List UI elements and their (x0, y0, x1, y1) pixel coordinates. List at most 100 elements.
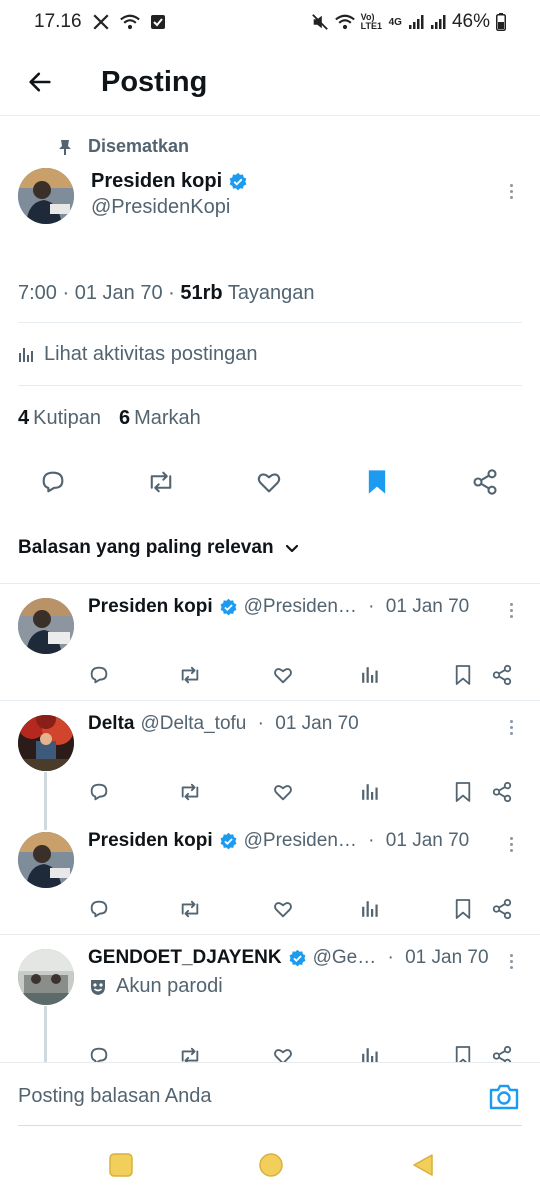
reply-item[interactable]: Delta @Delta_tofu · 01 Jan 70 (0, 701, 540, 817)
recent-apps-button[interactable] (108, 1152, 134, 1183)
post-activity-link[interactable]: Lihat aktivitas postingan (18, 343, 257, 366)
reply-actions (80, 777, 520, 807)
avatar[interactable] (18, 949, 74, 1005)
share-icon[interactable] (487, 777, 517, 807)
bookmark-icon[interactable] (448, 777, 478, 807)
post-counts: 4 Kutipan 6 Markah (18, 407, 201, 430)
bookmark-icon[interactable] (448, 660, 478, 690)
repost-icon[interactable] (175, 1041, 205, 1062)
verified-badge-icon (220, 832, 237, 849)
reply-date: 01 Jan 70 (385, 830, 470, 851)
divider (18, 322, 522, 323)
reply-author-name[interactable]: Presiden kopi (88, 830, 213, 852)
sort-replies-dropdown[interactable]: Balasan yang paling relevan (18, 537, 300, 559)
author-handle[interactable]: @PresidenKopi (91, 196, 230, 219)
views-icon[interactable] (356, 777, 386, 807)
signal-bars-icon-2 (430, 14, 446, 30)
reply-actions (80, 1041, 520, 1062)
author-name[interactable]: Presiden kopi (91, 170, 248, 193)
like-icon[interactable] (249, 462, 289, 502)
reply-author-handle[interactable]: @Ge… (313, 947, 377, 969)
like-icon[interactable] (268, 660, 298, 690)
wifi-icon (119, 14, 140, 30)
bookmarks-label: Markah (134, 407, 201, 429)
share-icon[interactable] (465, 462, 505, 502)
home-button[interactable] (258, 1152, 284, 1183)
parody-label: Akun parodi (116, 975, 223, 997)
repost-icon[interactable] (175, 660, 205, 690)
parody-badge: Akun parodi (88, 975, 223, 998)
reply-icon[interactable] (84, 1041, 114, 1062)
share-icon[interactable] (487, 1041, 517, 1062)
camera-icon[interactable] (488, 1083, 520, 1116)
sort-label: Balasan yang paling relevan (18, 537, 274, 558)
share-icon[interactable] (487, 894, 517, 924)
reply-item[interactable]: Presiden kopi @Presiden… · 01 Jan 70 (0, 584, 540, 700)
share-icon[interactable] (487, 660, 517, 690)
views-label: Tayangan (227, 282, 315, 304)
battery-percent: 46% (451, 11, 490, 32)
more-options-icon[interactable] (501, 832, 521, 856)
reply-icon[interactable] (84, 894, 114, 924)
reply-input[interactable]: Posting balasan Anda (18, 1085, 212, 1108)
reply-actions (80, 660, 520, 690)
verified-badge-icon (220, 598, 237, 615)
battery-icon (496, 13, 506, 31)
divider (18, 385, 522, 386)
wifi-signal-icon (334, 14, 355, 30)
reply-author-handle[interactable]: @Presiden… (244, 596, 357, 618)
views-icon[interactable] (356, 894, 386, 924)
bookmark-icon[interactable] (448, 1041, 478, 1062)
reply-author-name[interactable]: Presiden kopi (88, 596, 213, 618)
status-time: 17.16 (34, 11, 82, 32)
reply-author-name[interactable]: GENDOET_DJAYENK (88, 947, 282, 969)
repost-icon[interactable] (175, 894, 205, 924)
volte-label: Vo) LTE1 (360, 12, 382, 31)
reply-date: 01 Jan 70 (275, 713, 359, 734)
avatar[interactable] (18, 598, 74, 654)
quotes-label: Kutipan (33, 407, 101, 429)
bookmark-icon[interactable] (357, 462, 397, 502)
reply-actions (80, 894, 520, 924)
reply-date: 01 Jan 70 (405, 947, 489, 968)
like-icon[interactable] (268, 777, 298, 807)
more-options-icon[interactable] (501, 715, 521, 739)
page-title: Posting (101, 66, 208, 98)
verified-badge-icon (289, 949, 305, 966)
repost-icon[interactable] (175, 777, 205, 807)
like-icon[interactable] (268, 1041, 298, 1062)
reply-author-name[interactable]: Delta (88, 713, 134, 735)
top-header: Posting (0, 52, 540, 116)
chevron-down-icon (285, 544, 298, 553)
views-icon[interactable] (356, 1041, 386, 1062)
more-options-icon[interactable] (501, 949, 521, 973)
reply-icon[interactable] (84, 777, 114, 807)
back-button[interactable] (410, 1152, 436, 1183)
more-options-icon[interactable] (501, 179, 521, 203)
reply-header: Delta @Delta_tofu · 01 Jan 70 (88, 713, 359, 735)
reply-header: Presiden kopi @Presiden… · 01 Jan 70 (88, 830, 470, 852)
post-meta: 7:00 · 01 Jan 70 · 51rb Tayangan (18, 282, 315, 304)
avatar[interactable] (18, 832, 74, 888)
reply-item[interactable]: GENDOET_DJAYENK @Ge… · 01 Jan 70 Akun pa… (0, 935, 540, 1062)
quotes-count-link[interactable]: 4 Kutipan (18, 407, 101, 430)
reply-icon[interactable] (84, 660, 114, 690)
like-icon[interactable] (268, 894, 298, 924)
avatar[interactable] (18, 168, 74, 224)
reply-author-handle[interactable]: @Delta_tofu (140, 713, 246, 735)
author-name-text: Presiden kopi (91, 170, 223, 192)
post-actions (0, 462, 540, 502)
more-options-icon[interactable] (501, 598, 521, 622)
reply-item[interactable]: Presiden kopi @Presiden… · 01 Jan 70 (0, 818, 540, 934)
reply-icon[interactable] (33, 462, 73, 502)
bookmarks-count-link[interactable]: 6 Markah (119, 407, 201, 430)
repost-icon[interactable] (141, 462, 181, 502)
checkbox-notification-icon (150, 14, 166, 30)
back-arrow-icon[interactable] (24, 66, 56, 98)
reply-input-underline (18, 1125, 522, 1126)
parody-mask-icon (91, 979, 105, 995)
bookmark-icon[interactable] (448, 894, 478, 924)
reply-author-handle[interactable]: @Presiden… (244, 830, 357, 852)
avatar[interactable] (18, 715, 74, 771)
views-icon[interactable] (356, 660, 386, 690)
